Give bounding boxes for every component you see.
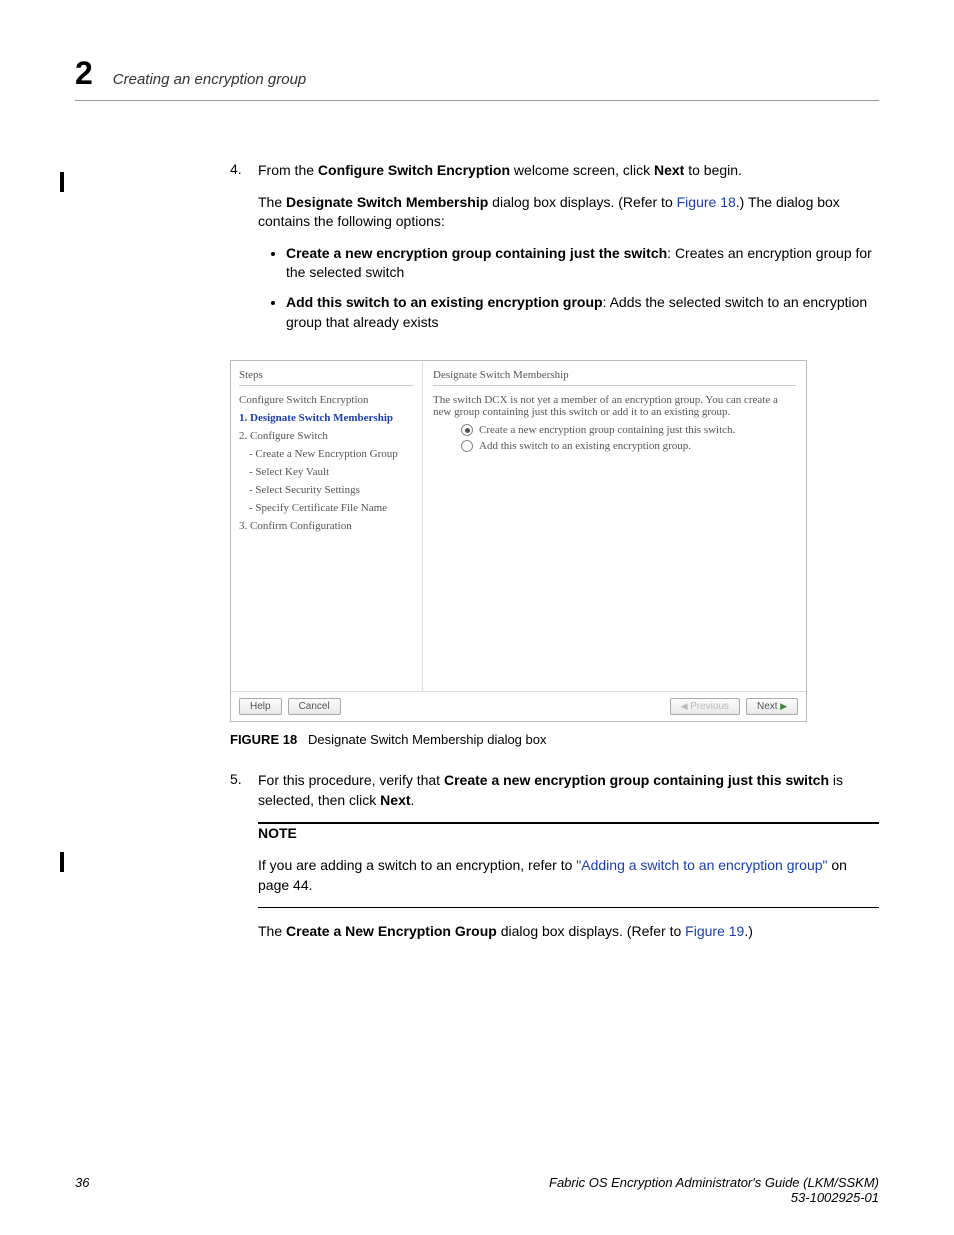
note-text: If you are adding a switch to an encrypt…: [258, 856, 879, 895]
figure-18-link[interactable]: Figure 18: [677, 194, 736, 210]
step-4-line-2: The Designate Switch Membership dialog b…: [258, 193, 879, 232]
help-button[interactable]: Help: [239, 698, 282, 715]
sidebar-item: - Specify Certificate File Name: [239, 502, 414, 514]
sidebar-item: 2. Configure Switch: [239, 430, 414, 442]
step-number: 5.: [230, 771, 258, 954]
note-block: NOTE If you are adding a switch to an en…: [258, 822, 879, 908]
step-4: 4. From the Configure Switch Encryption …: [230, 161, 879, 350]
radio-label: Create a new encryption group containing…: [479, 424, 735, 436]
page-footer: 36 Fabric OS Encryption Administrator's …: [75, 1175, 879, 1205]
cancel-button[interactable]: Cancel: [288, 698, 341, 715]
radio-create-new-group[interactable]: Create a new encryption group containing…: [461, 424, 796, 436]
chapter-number: 2: [75, 55, 93, 92]
wizard-steps-sidebar: Steps Configure Switch Encryption 1. Des…: [231, 361, 423, 691]
previous-button[interactable]: ◀ Previous: [670, 698, 740, 715]
note-title: NOTE: [258, 824, 879, 844]
doc-title: Fabric OS Encryption Administrator's Gui…: [549, 1175, 879, 1190]
page-number: 36: [75, 1175, 89, 1205]
sidebar-item-current: 1. Designate Switch Membership: [239, 412, 414, 424]
radio-add-to-existing[interactable]: Add this switch to an existing encryptio…: [461, 440, 796, 452]
sidebar-item: - Create a New Encryption Group: [239, 448, 414, 460]
sidebar-item: 3. Confirm Configuration: [239, 520, 414, 532]
step-5-line-2: The Create a New Encryption Group dialog…: [258, 922, 879, 942]
dialog-intro-text: The switch DCX is not yet a member of an…: [433, 394, 796, 418]
sidebar-item: - Select Key Vault: [239, 466, 414, 478]
figure-19-link[interactable]: Figure 19: [685, 923, 744, 939]
step-4-line-1: From the Configure Switch Encryption wel…: [258, 161, 879, 181]
bullet-add-switch: Add this switch to an existing encryptio…: [286, 293, 879, 332]
radio-label: Add this switch to an existing encryptio…: [479, 440, 691, 452]
doc-id: 53-1002925-01: [791, 1190, 879, 1205]
next-button[interactable]: Next ▶: [746, 698, 798, 715]
sidebar-title: Steps: [239, 367, 414, 386]
section-title: Creating an encryption group: [113, 71, 306, 88]
step-5-line-1: For this procedure, verify that Create a…: [258, 771, 879, 810]
figure-18-dialog: Steps Configure Switch Encryption 1. Des…: [230, 360, 807, 722]
figure-18-caption: FIGURE 18 Designate Switch Membership di…: [230, 732, 879, 747]
step-number: 4.: [230, 161, 258, 350]
sidebar-item: - Select Security Settings: [239, 484, 414, 496]
page-header: 2 Creating an encryption group: [75, 55, 879, 101]
step-5: 5. For this procedure, verify that Creat…: [230, 771, 879, 954]
radio-icon: [461, 424, 473, 436]
adding-switch-link[interactable]: "Adding a switch to an encryption group": [576, 857, 827, 873]
bullet-create-group: Create a new encryption group containing…: [286, 244, 879, 283]
sidebar-item: Configure Switch Encryption: [239, 394, 414, 406]
dialog-title: Designate Switch Membership: [433, 367, 796, 386]
radio-icon: [461, 440, 473, 452]
